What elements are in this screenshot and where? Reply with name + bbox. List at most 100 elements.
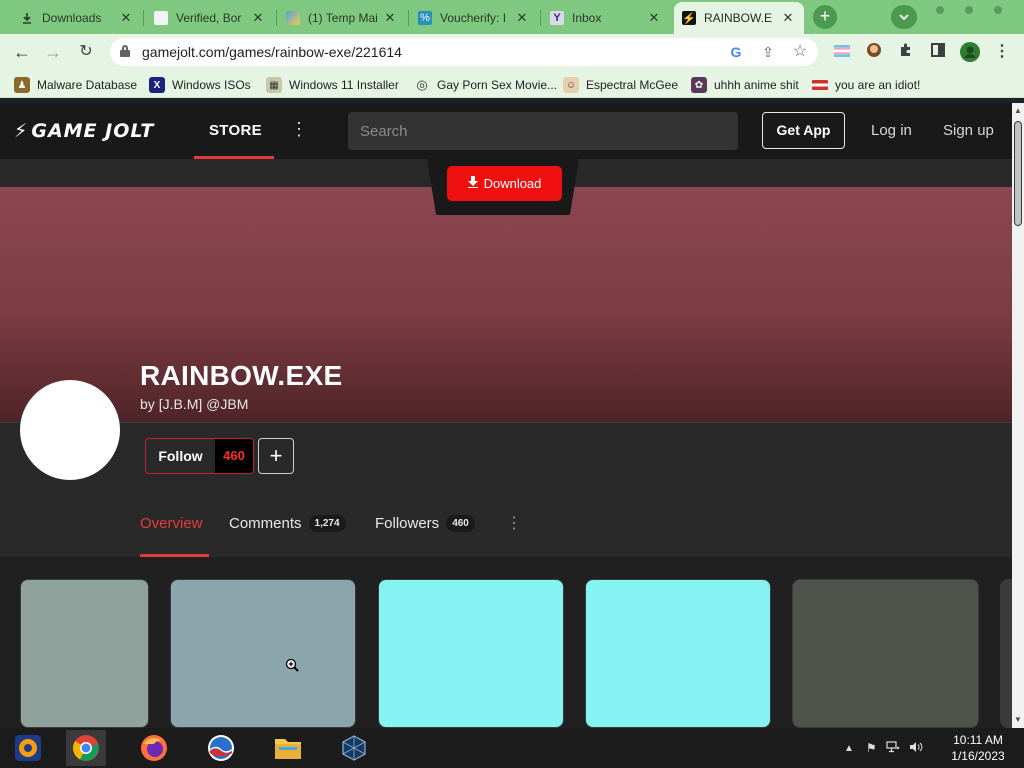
followers-count-badge: 460 (446, 515, 475, 532)
profile-avatar-icon[interactable] (960, 42, 980, 62)
firefox-icon[interactable] (134, 730, 174, 766)
gamejolt-logo[interactable]: ⚡ GAME JOLT (14, 119, 154, 143)
minimize-button[interactable] (936, 6, 944, 14)
chrome-icon[interactable] (66, 730, 106, 766)
taskbar-clock[interactable]: 10:11 AM 1/16/2023 (940, 732, 1016, 764)
bookmark-windows-11-installer[interactable]: ▦ Windows 11 Installer (266, 76, 399, 94)
close-icon[interactable]: ✕ (646, 10, 662, 26)
network-icon[interactable] (886, 740, 900, 756)
action-center-flag-icon[interactable]: ⚑ (866, 741, 877, 755)
developer-handle[interactable]: @JBM (206, 396, 248, 412)
media-thumbnail[interactable] (792, 579, 979, 728)
follow-count: 460 (215, 439, 253, 473)
installer-icon: ▦ (266, 77, 282, 93)
tab-temp-mail[interactable]: (1) Temp Mai ✕ (278, 2, 406, 34)
scroll-down-icon[interactable]: ▼ (1014, 715, 1022, 724)
nav-store[interactable]: STORE (209, 122, 262, 139)
tab-voucherify[interactable]: % Voucherify: I ✕ (410, 2, 538, 34)
signup-link[interactable]: Sign up (943, 122, 994, 139)
windows-media-icon[interactable] (8, 730, 48, 766)
system-tray: ▲ ⚑ (844, 736, 923, 760)
media-thumbnail-row (0, 557, 1012, 728)
url-text[interactable]: gamejolt.com/games/rainbow-exe/221614 (142, 44, 402, 60)
zoom-cursor-icon (285, 658, 299, 672)
tempmail-icon (286, 11, 300, 25)
volume-icon[interactable] (909, 741, 923, 756)
close-icon[interactable]: ✕ (382, 10, 398, 26)
lock-icon[interactable] (120, 45, 130, 57)
tab-title: (1) Temp Mai (308, 11, 378, 25)
scrollbar-thumb[interactable] (1014, 121, 1022, 226)
maximize-button[interactable] (965, 6, 973, 14)
tab-followers[interactable]: Followers 460 (375, 515, 475, 532)
tab-verified[interactable]: Verified, Bor ✕ (146, 2, 274, 34)
tab-label: Followers (375, 515, 440, 532)
media-thumbnail[interactable] (378, 579, 564, 728)
bookmark-malware-database[interactable]: ♟ Malware Database (14, 76, 137, 94)
forward-button[interactable]: → (41, 40, 65, 64)
obama-icon[interactable] (201, 730, 241, 766)
close-icon[interactable]: ✕ (780, 10, 796, 26)
bookmark-label: Windows ISOs (172, 78, 251, 92)
tab-label: Comments (229, 515, 302, 532)
media-thumbnail[interactable] (20, 579, 149, 728)
lightning-icon: ⚡ (14, 120, 29, 142)
tab-title: Inbox (572, 11, 602, 25)
chrome-menu-icon[interactable]: ⋮ (992, 42, 1012, 62)
clock-date: 1/16/2023 (951, 749, 1005, 763)
tray-overflow-icon[interactable]: ▲ (844, 743, 854, 754)
media-thumbnail-partial[interactable] (1000, 579, 1012, 728)
bookmark-windows-isos[interactable]: X Windows ISOs (149, 76, 251, 94)
extension-flag-icon[interactable] (832, 42, 852, 62)
media-thumbnail[interactable] (585, 579, 771, 728)
tab-rainbow-exe[interactable]: ⚡ RAINBOW.E ✕ (674, 2, 804, 34)
face-icon: ☺ (563, 77, 579, 93)
close-icon[interactable]: ✕ (514, 10, 530, 26)
developer-byline[interactable]: by [J.B.M] @JBM (140, 396, 248, 412)
tab-inbox[interactable]: Y Inbox ✕ (542, 2, 670, 34)
download-button[interactable]: Download (447, 166, 562, 201)
google-translate-icon[interactable]: G (726, 42, 746, 62)
side-panel-icon[interactable] (928, 42, 948, 62)
bookmark-star-icon[interactable]: ☆ (790, 42, 810, 62)
tab-label: Overview (140, 515, 203, 532)
close-window-button[interactable] (994, 6, 1002, 14)
tab-overview[interactable]: Overview (140, 515, 203, 532)
gamejolt-icon: ⚡ (682, 11, 696, 25)
yahoo-icon: Y (550, 11, 564, 25)
address-bar[interactable]: gamejolt.com/games/rainbow-exe/221614 G … (110, 38, 818, 66)
developer-avatar[interactable] (20, 380, 120, 480)
windows-taskbar: ▲ ⚑ 10:11 AM 1/16/2023 (0, 728, 1024, 768)
tab-search-button[interactable] (891, 5, 917, 29)
extensions-puzzle-icon[interactable] (896, 42, 916, 62)
file-explorer-icon[interactable] (268, 730, 308, 766)
add-to-playlist-button[interactable]: + (258, 438, 294, 474)
tab-downloads[interactable]: Downloads ✕ (12, 2, 142, 34)
bookmark-you-are-an-idiot[interactable]: you are an idiot! (812, 76, 920, 94)
login-link[interactable]: Log in (871, 122, 912, 139)
tab-comments[interactable]: Comments 1,274 (229, 515, 346, 532)
close-icon[interactable]: ✕ (250, 10, 266, 26)
get-app-button[interactable]: Get App (762, 112, 845, 149)
follow-button[interactable]: Follow 460 (145, 438, 254, 474)
media-thumbnail[interactable] (170, 579, 356, 728)
developer-name[interactable]: [J.B.M] (159, 396, 203, 412)
reload-button[interactable]: ↻ (74, 40, 98, 64)
bookmark-espectral-mcgee[interactable]: ☺ Espectral McGee (563, 76, 678, 94)
download-arrow-icon (467, 176, 478, 191)
person-icon: ♟ (14, 77, 30, 93)
virtualbox-icon[interactable] (334, 730, 374, 766)
extension-avatar-icon[interactable] (864, 42, 884, 62)
close-icon[interactable]: ✕ (118, 10, 134, 26)
page-scrollbar[interactable]: ▲ ▼ (1012, 103, 1024, 728)
share-icon[interactable]: ⇪ (758, 42, 778, 62)
bookmark-uhhh-anime-shit[interactable]: ✿ uhhh anime shit (691, 76, 799, 94)
scroll-up-icon[interactable]: ▲ (1014, 106, 1022, 115)
search-input[interactable] (348, 112, 738, 150)
new-tab-button[interactable]: + (813, 5, 837, 29)
back-button[interactable]: ← (10, 40, 34, 64)
bookmark-gay-porn-sex-movie[interactable]: ◎ Gay Porn Sex Movie... (414, 76, 557, 94)
more-menu-icon[interactable]: ⋮ (290, 119, 308, 139)
nav-active-underline (194, 156, 274, 159)
tab-more-icon[interactable]: ⋮ (506, 513, 522, 535)
